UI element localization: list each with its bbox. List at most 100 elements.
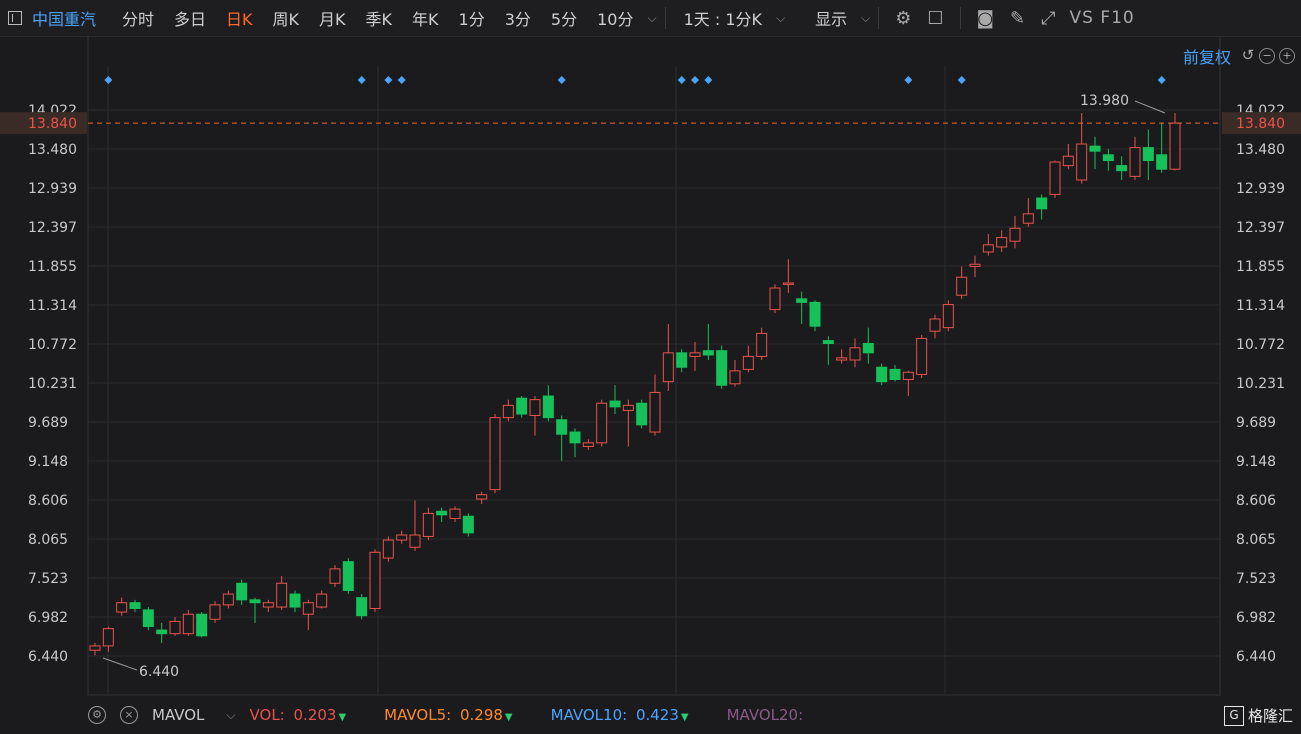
candle-body xyxy=(169,620,181,635)
tab-3min[interactable]: 3分 xyxy=(505,6,531,30)
display-menu[interactable]: 显示 xyxy=(815,6,847,30)
candle-body xyxy=(262,602,274,608)
candle-body xyxy=(662,352,674,383)
y-tick-label-right: 7.523 xyxy=(1236,571,1276,587)
toolbar-divider xyxy=(959,7,961,29)
toolbar-divider xyxy=(664,7,666,29)
candle-body xyxy=(369,551,381,609)
y-tick-label-left: 6.982 xyxy=(28,610,68,626)
candle-body xyxy=(1142,147,1154,162)
candle-body xyxy=(1022,213,1034,224)
mavol5-label: MAVOL5: xyxy=(384,706,452,724)
logo-text: 格隆汇 xyxy=(1247,707,1293,725)
y-tick-label-right: 9.689 xyxy=(1236,415,1276,431)
fullscreen-icon[interactable]: ⤢ xyxy=(1041,8,1055,29)
candle-body xyxy=(609,400,621,408)
kline-chart[interactable]: 14.022 14.022 13.480 13.480 12.939 12.939 12.3… xyxy=(0,35,1301,696)
y-tick-label-right: 8.065 xyxy=(1236,532,1276,548)
gear-icon[interactable]: ⚙ xyxy=(88,706,106,724)
candle-body xyxy=(1089,145,1101,152)
event-marker xyxy=(691,76,699,84)
candle-body xyxy=(942,304,954,329)
candle-body xyxy=(302,602,314,615)
mavol20-label: MAVOL20: xyxy=(726,706,804,724)
stock-name[interactable]: 中国重汽 xyxy=(32,6,96,30)
candle-body xyxy=(129,602,141,609)
candle-body xyxy=(822,340,834,344)
y-tick-label-right: 11.314 xyxy=(1236,298,1285,314)
candle-body xyxy=(929,318,941,332)
candle-body xyxy=(209,604,221,620)
chevron-down-icon[interactable]: ⌵ xyxy=(776,11,785,26)
candle-body xyxy=(556,419,568,435)
high-label-leader xyxy=(1134,100,1166,114)
square-select-icon[interactable]: ☐ xyxy=(927,8,943,29)
candle-body xyxy=(769,287,781,311)
y-tick-label-right: 12.397 xyxy=(1236,220,1285,236)
panel-toggle-icon[interactable] xyxy=(8,11,22,25)
close-icon[interactable]: × xyxy=(120,706,138,724)
kline-svg[interactable]: 14.022 14.02213.480 13.48012.939 12.93912.3… xyxy=(0,35,1301,696)
candle-body xyxy=(782,282,794,285)
candle-body xyxy=(1036,197,1048,210)
candle-body xyxy=(1116,165,1128,172)
candle-body xyxy=(542,395,554,419)
tab-5min[interactable]: 5分 xyxy=(551,6,577,30)
y-tick-label-right: 6.982 xyxy=(1236,610,1276,626)
candle-body xyxy=(969,263,981,267)
tab-weekly-k[interactable]: 周K xyxy=(273,6,300,30)
candle-body xyxy=(702,350,714,356)
candle-body xyxy=(836,357,848,361)
vol-label: VOL: xyxy=(249,706,285,724)
vol-value: 0.203 xyxy=(293,706,337,724)
candle-body xyxy=(622,404,634,411)
pencil-icon[interactable]: ✎ xyxy=(1010,8,1025,29)
gear-icon[interactable]: ⚙ xyxy=(895,8,911,29)
candle-body xyxy=(502,404,514,419)
chevron-down-icon[interactable]: ⌵ xyxy=(226,708,235,723)
camera-icon[interactable]: ◙ xyxy=(977,8,994,29)
candle-body xyxy=(889,368,901,380)
tab-intraday[interactable]: 分时 xyxy=(122,6,154,30)
candle-body xyxy=(636,402,648,426)
tab-quarterly-k[interactable]: 季K xyxy=(366,6,393,30)
tab-1min[interactable]: 1分 xyxy=(459,6,485,30)
vs-f10-button[interactable]: VS F10 xyxy=(1070,8,1135,28)
candle-body xyxy=(849,347,861,361)
y-tick-label-right: 10.772 xyxy=(1236,337,1285,353)
candle-body xyxy=(1062,155,1074,167)
candle-body xyxy=(89,645,101,651)
chevron-down-icon[interactable]: ⌵ xyxy=(861,11,870,26)
toolbar-divider xyxy=(878,7,880,29)
candle-body xyxy=(449,508,461,519)
candle-body xyxy=(156,629,168,635)
candle-body xyxy=(436,510,448,516)
brand-logo: G 格隆汇 xyxy=(1223,705,1293,726)
tab-monthly-k[interactable]: 月K xyxy=(319,6,346,30)
candle-body xyxy=(329,568,341,584)
y-tick-label-left: 12.939 xyxy=(28,181,77,197)
tab-10min[interactable]: 10分 xyxy=(597,6,633,30)
indicator-name[interactable]: MAVOL xyxy=(152,706,204,724)
vol-indicator: VOL: 0.203 ▼ xyxy=(250,706,347,724)
event-marker xyxy=(704,76,713,84)
y-tick-label-left: 9.148 xyxy=(28,454,68,470)
down-triangle-icon: ▼ xyxy=(338,712,347,723)
candle-body xyxy=(1102,154,1114,162)
y-tick-label-left: 11.855 xyxy=(28,259,77,275)
candle-body xyxy=(276,582,288,608)
event-marker xyxy=(677,76,686,84)
tab-daily-k[interactable]: 日K xyxy=(226,6,253,30)
candle-body xyxy=(356,597,368,617)
tab-multiday[interactable]: 多日 xyxy=(174,6,206,30)
tab-yearly-k[interactable]: 年K xyxy=(412,6,439,30)
candle-body xyxy=(729,370,741,385)
mavol10-value: 0.423 xyxy=(635,706,679,724)
period-select[interactable]: 1天 : 1分K xyxy=(684,6,762,30)
mavol10-label: MAVOL10: xyxy=(550,706,628,724)
candle-body xyxy=(196,613,208,637)
y-tick-label-right: 8.606 xyxy=(1236,493,1276,509)
chevron-down-icon[interactable]: ⌵ xyxy=(647,11,656,26)
candle-body xyxy=(116,602,128,613)
candle-body xyxy=(289,593,301,608)
